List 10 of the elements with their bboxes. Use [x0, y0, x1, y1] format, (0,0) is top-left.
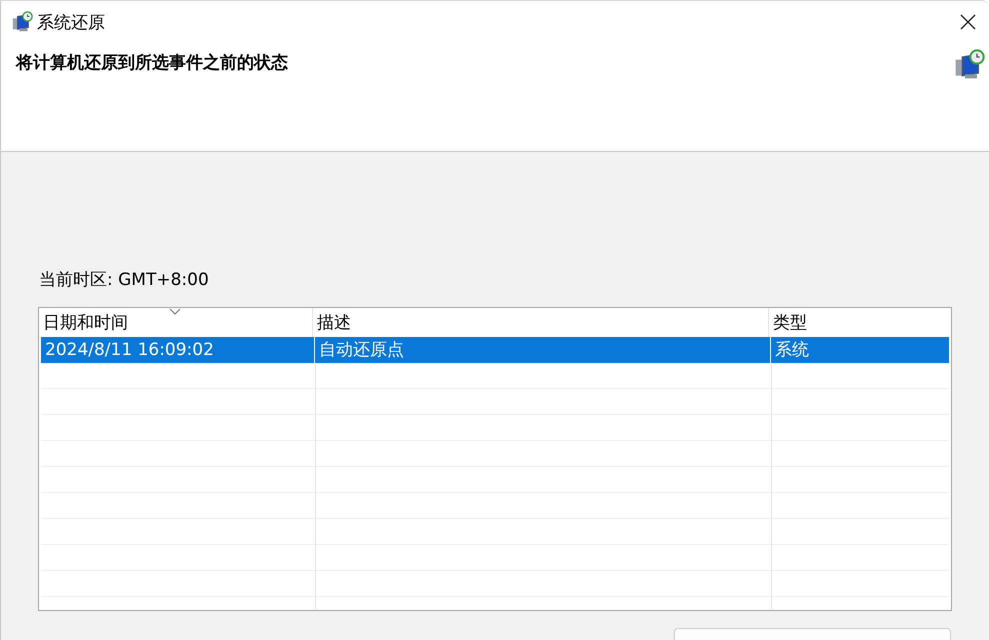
column-header[interactable]: 类型	[769, 308, 951, 338]
window-title: 系统还原	[37, 12, 106, 34]
timezone-label: 当前时区: GMT+8:00	[39, 269, 209, 291]
table-cell[interactable]: 自动还原点	[315, 337, 771, 364]
page-heading: 将计算机还原到所选事件之前的状态	[16, 52, 289, 74]
system-restore-icon	[11, 11, 33, 33]
system-restore-icon	[953, 49, 985, 81]
table-cell[interactable]: 系统	[771, 337, 949, 364]
close-icon	[960, 14, 976, 30]
table-cell[interactable]: 2024/8/11 16:09:02	[41, 337, 315, 364]
